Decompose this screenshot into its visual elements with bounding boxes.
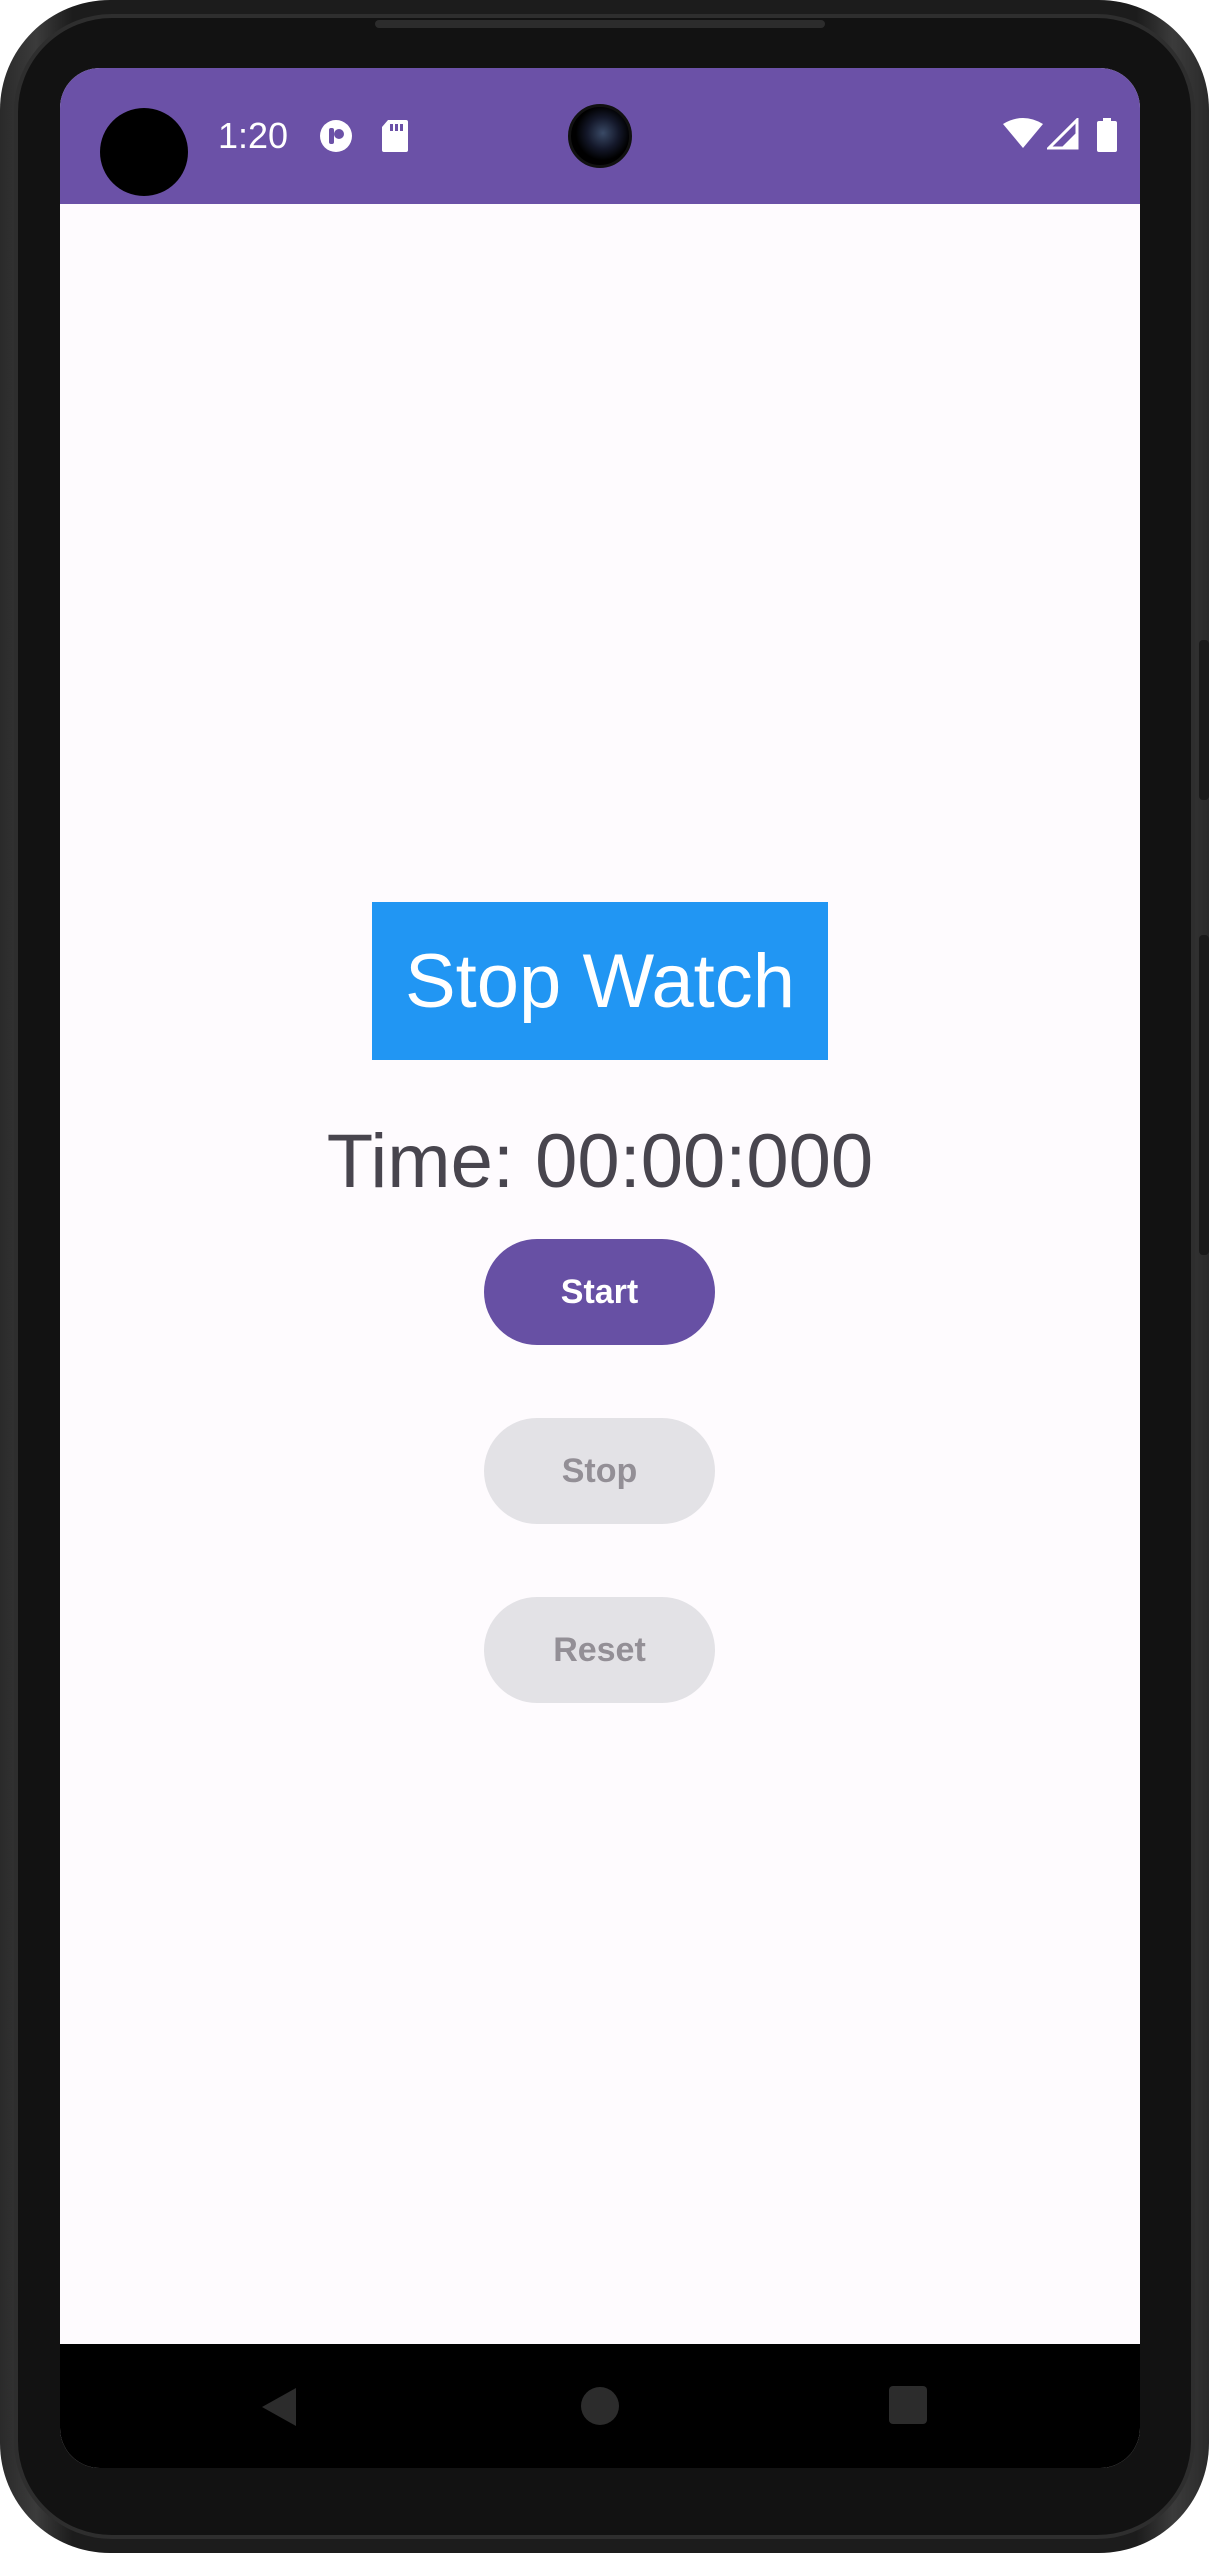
speaker-slot — [375, 20, 825, 28]
status-time: 1:20 — [218, 115, 289, 156]
time-display: Time: 00:00:000 — [326, 1119, 874, 1204]
status-bar: 1:20 — [60, 68, 1140, 204]
battery-icon — [1097, 118, 1117, 152]
reset-button[interactable]: Reset — [484, 1597, 715, 1703]
navigation-bar — [60, 2344, 1140, 2468]
wifi-icon — [1003, 118, 1043, 150]
app-title: Stop Watch — [372, 902, 828, 1060]
volume-button — [1199, 935, 1209, 1255]
sd-card-icon — [380, 118, 410, 154]
device-screen: 1:20 Stop Watch Time: 00:00:000 Start St… — [60, 68, 1140, 2468]
back-icon[interactable] — [260, 2386, 298, 2428]
phone-frame: 1:20 Stop Watch Time: 00:00:000 Start St… — [0, 0, 1209, 2553]
power-button — [1199, 640, 1209, 800]
home-icon[interactable] — [580, 2386, 620, 2426]
front-camera — [568, 104, 632, 168]
privacy-indicator-icon — [318, 118, 354, 154]
cell-signal-icon — [1047, 118, 1079, 150]
camera-cutout — [100, 108, 188, 196]
stop-button[interactable]: Stop — [484, 1418, 715, 1524]
app-content: Stop Watch Time: 00:00:000 Start Stop Re… — [60, 204, 1140, 2344]
start-button[interactable]: Start — [484, 1239, 715, 1345]
recents-icon[interactable] — [889, 2386, 927, 2424]
